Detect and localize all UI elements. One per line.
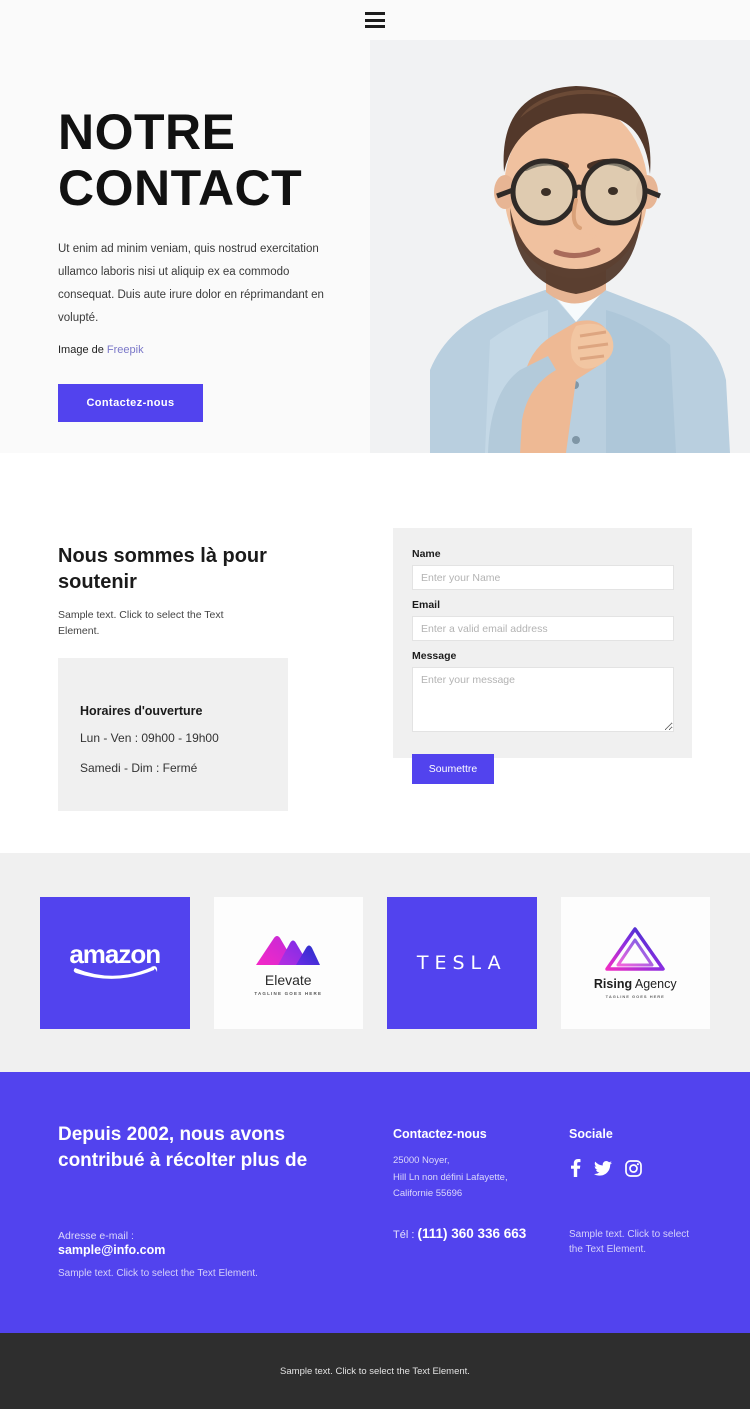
logo-card-rising-agency[interactable]: Rising Agency TAGLINE GOES HERE xyxy=(560,897,710,1029)
site-footer: Depuis 2002, nous avons contribué à réco… xyxy=(0,1072,750,1333)
footer-social-links xyxy=(569,1159,719,1177)
amazon-logo: amazon xyxy=(69,941,161,985)
rising-agency-wordmark: Rising Agency xyxy=(594,977,677,991)
hero-paragraph: Ut enim ad minim veniam, quis nostrud ex… xyxy=(58,243,324,324)
name-field-group: Name xyxy=(412,548,674,590)
footer-column-social: Sociale Sample text. Click to select the… xyxy=(569,1127,719,1257)
image-credit: Image de Freepik xyxy=(58,344,378,356)
bottom-bar-text: Sample text. Click to select the Text El… xyxy=(280,1365,470,1377)
logo-card-elevate[interactable]: Elevate TAGLINE GOES HERE xyxy=(213,897,363,1029)
email-field-group: Email xyxy=(412,599,674,641)
hamburger-bar-3 xyxy=(365,25,385,28)
support-subtitle: Sample text. Click to select the Text El… xyxy=(58,609,224,638)
name-label: Name xyxy=(412,548,441,560)
twitter-icon[interactable] xyxy=(594,1160,612,1176)
image-credit-prefix: Image de xyxy=(58,344,107,356)
rising-agency-mark-icon xyxy=(605,927,665,971)
rising-word-bold: Rising xyxy=(593,977,633,991)
hamburger-menu-icon[interactable] xyxy=(365,12,385,28)
hero-section: NOTRE CONTACT Ut enim ad minim veniam, q… xyxy=(0,0,750,453)
message-label: Message xyxy=(412,650,457,662)
rising-word-light: Agency xyxy=(632,977,677,991)
hamburger-bar-2 xyxy=(365,18,385,22)
footer-address-line1: 25000 Noyer, xyxy=(393,1155,450,1166)
footer-telephone-value[interactable]: (111) 360 336 663 xyxy=(417,1226,526,1241)
elevate-mark-icon xyxy=(256,936,321,965)
site-header xyxy=(0,0,750,40)
hamburger-bar-1 xyxy=(365,12,385,15)
opening-hours-box: Horaires d'ouverture Lun - Ven : 09h00 -… xyxy=(58,657,288,811)
footer-telephone-label: Tél : xyxy=(393,1228,415,1241)
message-field-group: Message xyxy=(412,650,674,737)
submit-button[interactable]: Soumettre xyxy=(412,754,494,784)
footer-address-line2: Hill Ln non défini Lafayette, xyxy=(393,1171,508,1183)
contact-us-button[interactable]: Contactez-nous xyxy=(58,384,203,422)
footer-note-left: Sample text. Click to select the Text El… xyxy=(58,1268,258,1279)
facebook-icon[interactable] xyxy=(569,1159,581,1177)
footer-email-label: Adresse e-mail : xyxy=(58,1230,134,1242)
hero-content: NOTRE CONTACT Ut enim ad minim veniam, q… xyxy=(58,104,378,422)
name-input[interactable] xyxy=(412,565,674,590)
footer-social-title: Sociale xyxy=(569,1127,613,1141)
footer-address: 25000 Noyer, Hill Ln non défini Lafayett… xyxy=(393,1153,553,1203)
hero-portrait-image xyxy=(370,40,750,453)
opening-hours-weekday: Lun - Ven : 09h00 - 19h00 xyxy=(80,730,219,745)
email-label: Email xyxy=(412,599,441,611)
freepik-link[interactable]: Freepik xyxy=(107,344,144,356)
page-title: NOTRE CONTACT xyxy=(58,104,378,216)
logo-card-tesla[interactable]: TESLA xyxy=(387,897,537,1029)
message-input[interactable] xyxy=(412,667,674,732)
support-section: Nous sommes là pour soutenir Sample text… xyxy=(0,453,750,853)
elevate-tagline: TAGLINE GOES HERE xyxy=(254,991,323,996)
elevate-wordmark: Elevate xyxy=(264,972,312,988)
footer-address-line3: Californie 55696 xyxy=(393,1188,463,1200)
opening-hours-weekend: Samedi - Dim : Fermé xyxy=(80,760,198,775)
tesla-wordmark: TESLA xyxy=(416,952,507,974)
footer-email-value[interactable]: sample@info.com xyxy=(58,1243,165,1257)
footer-note-right: Sample text. Click to select the Text El… xyxy=(569,1229,690,1255)
support-title: Nous sommes là pour soutenir xyxy=(58,545,267,593)
logos-row: amazon Elevate TAGLINE GOES HERE TESLA R… xyxy=(40,897,710,1029)
rising-agency-tagline: TAGLINE GOES HERE xyxy=(605,994,665,999)
footer-contact-title: Contactez-nous xyxy=(393,1127,487,1141)
footer-telephone: Tél : (111) 360 336 663 xyxy=(393,1221,553,1247)
hero-title-line1: NOTRE xyxy=(58,104,236,160)
clients-logos-section: amazon Elevate TAGLINE GOES HERE TESLA R… xyxy=(0,853,750,1072)
logo-card-amazon[interactable]: amazon xyxy=(40,897,190,1029)
bottom-bar: Sample text. Click to select the Text El… xyxy=(0,1333,750,1409)
contact-form: Name Email Message Soumettre xyxy=(393,528,692,784)
hero-title-line2: CONTACT xyxy=(58,160,303,216)
footer-column-brand: Depuis 2002, nous avons contribué à réco… xyxy=(58,1122,348,1174)
instagram-icon[interactable] xyxy=(625,1159,642,1177)
footer-column-contact: Contactez-nous 25000 Noyer, Hill Ln non … xyxy=(393,1127,553,1247)
opening-hours-title: Horaires d'ouverture xyxy=(80,703,203,718)
footer-heading: Depuis 2002, nous avons contribué à réco… xyxy=(58,1124,308,1172)
email-input[interactable] xyxy=(412,616,674,641)
support-left-column: Nous sommes là pour soutenir Sample text… xyxy=(58,543,358,811)
amazon-smile-icon xyxy=(73,966,157,979)
